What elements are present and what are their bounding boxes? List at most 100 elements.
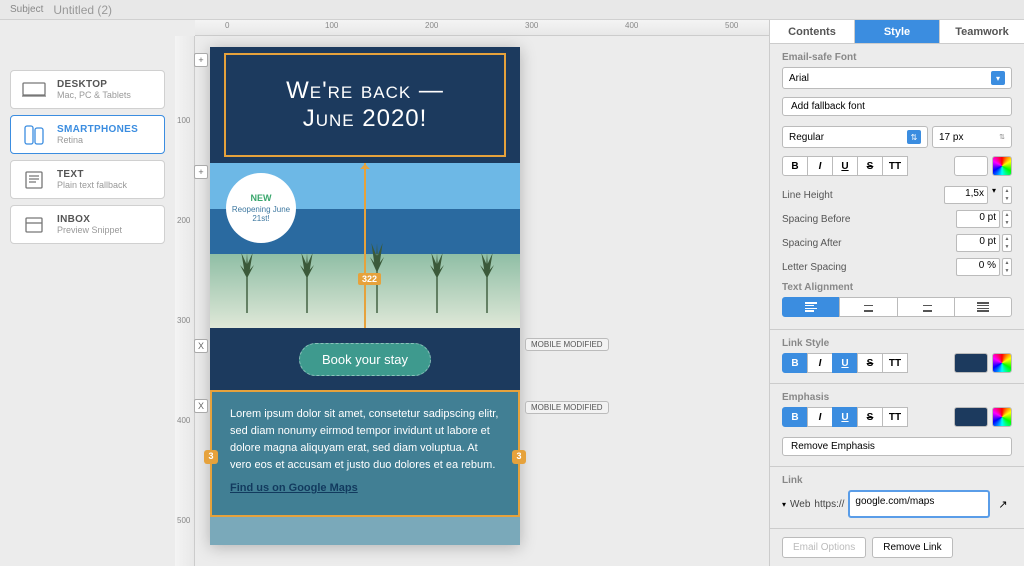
font-size-input[interactable]: 17 px⇅ [932, 126, 1012, 148]
dimension-arrow [364, 163, 366, 328]
link-smallcaps-button[interactable]: TT [882, 353, 908, 373]
cta-block[interactable]: Book your stay [210, 328, 520, 390]
smallcaps-button[interactable]: TT [882, 156, 908, 176]
remove-link-button[interactable]: Remove Link [872, 537, 952, 558]
device-smartphones[interactable]: SMARTPHONESRetina [10, 115, 165, 154]
link-italic-button[interactable]: I [807, 353, 833, 373]
strike-button[interactable]: S [857, 156, 883, 176]
emph-strike-button[interactable]: S [857, 407, 883, 427]
cta-button[interactable]: Book your stay [299, 343, 431, 376]
delete-block-button[interactable]: X [194, 399, 208, 413]
canvas-area[interactable]: 0 100 200 300 400 500 100 200 300 400 50… [175, 20, 769, 566]
header-line2: June 2020! [303, 105, 428, 133]
format-row: B I U S TT [782, 156, 1012, 176]
header-block[interactable]: We're back — June 2020! [224, 53, 506, 157]
badge-new: NEW [251, 193, 272, 203]
device-desktop-title: DESKTOP [57, 79, 131, 90]
align-center-button[interactable] [839, 297, 897, 317]
spacing-before-label: Spacing Before [782, 214, 850, 225]
link-type[interactable]: Web [790, 499, 810, 510]
link-url-input[interactable]: google.com/maps [848, 490, 990, 518]
inspector-panel: Contents Style Teamwork Email-safe Font … [769, 20, 1024, 566]
link-underline-button[interactable]: U [832, 353, 858, 373]
emph-smallcaps-button[interactable]: TT [882, 407, 908, 427]
italic-button[interactable]: I [807, 156, 833, 176]
chevron-down-icon[interactable]: ▾ [782, 500, 786, 509]
link-color-swatch[interactable] [954, 353, 988, 373]
letter-spacing-label: Letter Spacing [782, 262, 847, 273]
font-select[interactable]: Arial▾ [782, 67, 1012, 89]
color-picker-icon[interactable] [992, 353, 1012, 373]
maps-link[interactable]: Find us on Google Maps [230, 480, 358, 497]
spacing-after-input[interactable]: 0 pt [956, 234, 1000, 252]
device-smartphones-title: SMARTPHONES [57, 124, 138, 135]
device-text[interactable]: TEXTPlain text fallback [10, 160, 165, 199]
resize-handle-right[interactable]: 3 [512, 450, 526, 464]
topbar: Subject Untitled (2) [0, 0, 1024, 20]
add-block-button[interactable]: + [194, 165, 208, 179]
bold-button[interactable]: B [782, 156, 808, 176]
emphasis-label: Emphasis [782, 392, 1012, 403]
email-options-button[interactable]: Email Options [782, 537, 866, 558]
link-style-row: B I U S TT [782, 353, 1012, 373]
device-inbox-sub: Preview Snippet [57, 225, 122, 235]
modified-badge: MOBILE MODIFIED [525, 401, 609, 414]
line-height-input[interactable]: 1,5x [944, 186, 988, 204]
color-picker-icon[interactable] [992, 156, 1012, 176]
emph-color-swatch[interactable] [954, 407, 988, 427]
device-text-sub: Plain text fallback [57, 180, 127, 190]
align-justify-button[interactable] [954, 297, 1012, 317]
image-badge: NEW Reopening June 21st! [226, 173, 296, 243]
ruler-vertical: 100 200 300 400 500 [175, 36, 195, 566]
chevron-down-icon[interactable]: ▾ [988, 186, 1000, 204]
modified-badge: MOBILE MODIFIED [525, 338, 609, 351]
spacing-before-input[interactable]: 0 pt [956, 210, 1000, 228]
ruler-horizontal: 0 100 200 300 400 500 [195, 20, 769, 36]
text-color-swatch[interactable] [954, 156, 988, 176]
spacing-after-stepper[interactable]: ▲▼ [1002, 234, 1012, 252]
subject-label: Subject [10, 4, 43, 15]
device-text-title: TEXT [57, 169, 127, 180]
line-height-stepper[interactable]: ▲▼ [1002, 186, 1012, 204]
chevron-down-icon: ▾ [991, 71, 1005, 85]
emph-underline-button[interactable]: U [832, 407, 858, 427]
spacing-before-stepper[interactable]: ▲▼ [1002, 210, 1012, 228]
device-smartphones-sub: Retina [57, 135, 138, 145]
link-style-label: Link Style [782, 338, 1012, 349]
delete-block-button[interactable]: X [194, 339, 208, 353]
remove-emphasis-button[interactable]: Remove Emphasis [782, 437, 1012, 456]
tab-style[interactable]: Style [855, 20, 940, 43]
document-title[interactable]: Untitled (2) [53, 3, 112, 17]
link-bold-button[interactable]: B [782, 353, 808, 373]
font-weight-select[interactable]: Regular⇅ [782, 126, 928, 148]
footer-block[interactable] [210, 517, 520, 545]
letter-spacing-input[interactable]: 0 % [956, 258, 1000, 276]
resize-handle-left[interactable]: 3 [204, 450, 218, 464]
emph-italic-button[interactable]: I [807, 407, 833, 427]
emphasis-row: B I U S TT [782, 407, 1012, 427]
header-line1: We're back — [286, 77, 444, 105]
text-block[interactable]: Lorem ipsum dolor sit amet, consetetur s… [210, 390, 520, 517]
device-desktop[interactable]: DESKTOPMac, PC & Tablets [10, 70, 165, 109]
open-link-icon[interactable]: ↗ [994, 495, 1012, 513]
device-panel: DESKTOPMac, PC & Tablets SMARTPHONESReti… [0, 20, 175, 566]
emph-bold-button[interactable]: B [782, 407, 808, 427]
tab-contents[interactable]: Contents [770, 20, 855, 43]
device-desktop-sub: Mac, PC & Tablets [57, 90, 131, 100]
add-fallback-button[interactable]: Add fallback font [782, 97, 1012, 116]
device-inbox[interactable]: INBOXPreview Snippet [10, 205, 165, 244]
panel-footer: Email Options Remove Link [770, 528, 1024, 566]
letter-spacing-stepper[interactable]: ▲▼ [1002, 258, 1012, 276]
link-strike-button[interactable]: S [857, 353, 883, 373]
tab-teamwork[interactable]: Teamwork [940, 20, 1024, 43]
body-text: Lorem ipsum dolor sit amet, consetetur s… [230, 408, 498, 471]
image-block[interactable]: NEW Reopening June 21st! 322 [210, 163, 520, 328]
color-picker-icon[interactable] [992, 407, 1012, 427]
add-block-button[interactable]: + [194, 53, 208, 67]
text-icon [21, 170, 47, 190]
inspector-tabs: Contents Style Teamwork [770, 20, 1024, 44]
email-canvas[interactable]: + We're back — June 2020! + NEW Reopenin… [210, 47, 520, 545]
align-right-button[interactable] [897, 297, 955, 317]
align-left-button[interactable] [782, 297, 840, 317]
underline-button[interactable]: U [832, 156, 858, 176]
